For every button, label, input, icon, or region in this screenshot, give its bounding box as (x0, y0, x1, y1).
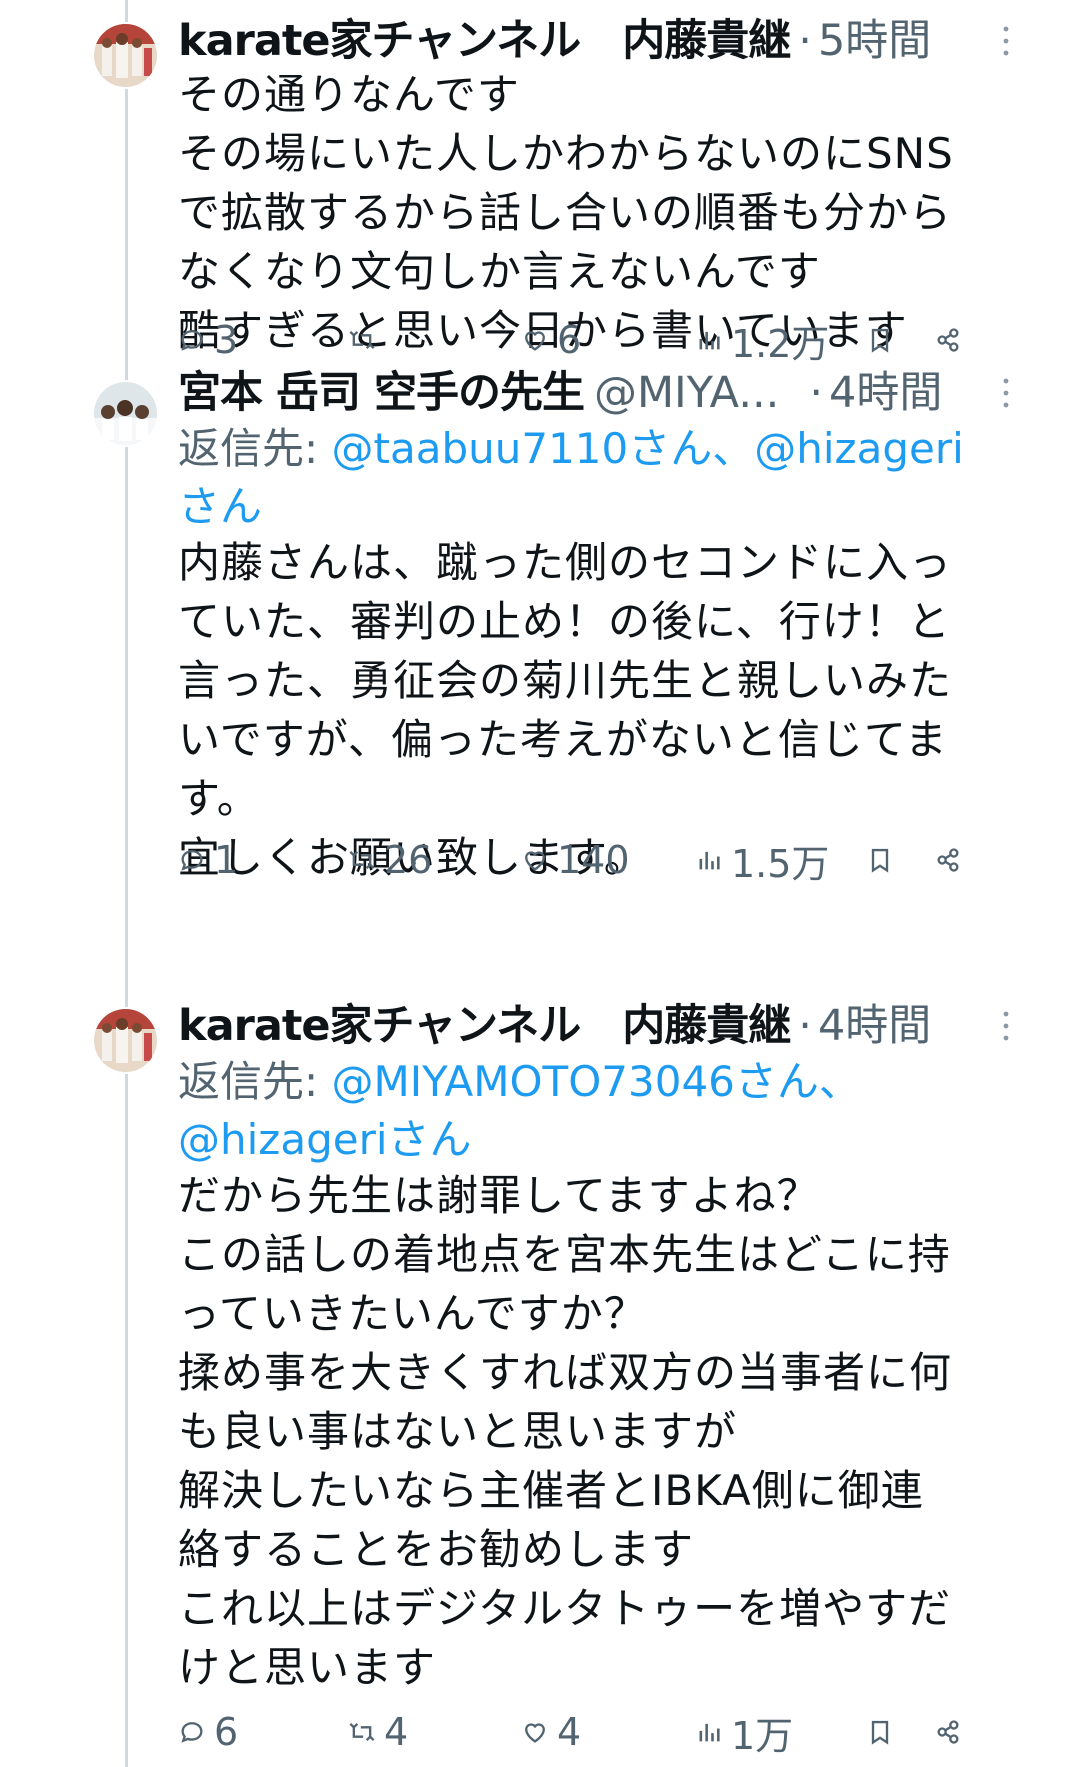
more-icon[interactable] (1000, 24, 1012, 58)
tweet-header: karate家チャンネル 内藤貴継 · 5時間 (178, 14, 1000, 68)
reply-thread: karate家チャンネル 内藤貴継 · 5時間 その通りなんです その場にいた人… (0, 0, 1080, 1767)
reply-button[interactable]: 1 (178, 835, 238, 885)
views-icon (699, 851, 720, 870)
avatar[interactable] (92, 22, 159, 89)
avatar[interactable] (92, 1007, 159, 1074)
views-count: 1.2万 (731, 321, 830, 366)
more-icon[interactable] (1000, 1009, 1012, 1043)
share-button[interactable] (934, 1707, 970, 1757)
like-button[interactable]: 6 (521, 315, 581, 365)
reply-count: 6 (214, 1710, 239, 1754)
separator-dot: · (809, 368, 823, 418)
share-icon (937, 1720, 959, 1744)
tweet-header: 宮本 岳司 空手の先生 @MIYA... · 4時間 (178, 366, 1000, 420)
timestamp[interactable]: 4時間 (829, 366, 942, 420)
more-icon[interactable] (1000, 376, 1012, 410)
reply-prefix: 返信先: (178, 424, 332, 473)
heart-icon (525, 851, 545, 871)
views-count: 1万 (731, 1713, 794, 1758)
retweet-button[interactable]: 26 (348, 835, 432, 885)
bookmark-icon (871, 1720, 889, 1745)
heart-icon (525, 331, 545, 351)
heart-icon (525, 1723, 545, 1743)
replying-to: 返信先: @taabuu7110さん、@hizageri さん (178, 420, 1000, 536)
views-button[interactable]: 1万 (695, 1707, 794, 1758)
like-button[interactable]: 140 (521, 835, 630, 885)
bookmark-button[interactable] (866, 835, 902, 885)
action-bar: 1 26 140 1.5万 (178, 835, 978, 886)
replying-to: 返信先: @MIYAMOTO73046さん、 @hizageriさん (178, 1053, 1000, 1169)
thread-connector-line (125, 0, 128, 1767)
views-icon (699, 1723, 720, 1742)
retweet-icon (349, 1723, 375, 1741)
like-count: 140 (557, 838, 630, 882)
display-name[interactable]: karate家チャンネル 内藤貴継 (178, 14, 791, 68)
views-button[interactable]: 1.2万 (695, 315, 830, 366)
handle[interactable]: @MIYA... (594, 366, 779, 420)
action-bar: 6 4 4 1万 (178, 1707, 978, 1758)
share-button[interactable] (934, 315, 970, 365)
reply-prefix: 返信先: (178, 1057, 332, 1106)
bookmark-icon (871, 328, 889, 353)
reply-icon (181, 850, 203, 871)
like-count: 4 (557, 1710, 582, 1754)
retweet-count: 26 (384, 838, 433, 882)
action-bar: 3 6 1.2万 (178, 315, 978, 366)
separator-dot: · (798, 16, 812, 66)
retweet-button[interactable] (348, 315, 384, 365)
retweet-icon (349, 331, 375, 349)
reply-button[interactable]: 3 (178, 315, 238, 365)
reply-icon (181, 1722, 203, 1743)
like-button[interactable]: 4 (521, 1707, 581, 1757)
tweet-text: 内藤さんは、蹴った側のセコンドに入っ ていた、審判の止め！の後に、行け！と 言っ… (178, 538, 953, 882)
reply-button[interactable]: 6 (178, 1707, 238, 1757)
display-name[interactable]: 宮本 岳司 空手の先生 (178, 366, 585, 420)
avatar[interactable] (92, 380, 159, 447)
display-name[interactable]: karate家チャンネル 内藤貴継 (178, 999, 791, 1053)
views-count: 1.5万 (731, 841, 830, 886)
reply-count: 1 (214, 838, 239, 882)
tweet-text: だから先生は謝罪してますよね？ この話しの着地点を宮本先生はどこに持 っていきた… (178, 1171, 953, 1692)
reply-count: 3 (214, 318, 239, 362)
tweet-header: karate家チャンネル 内藤貴継 · 4時間 (178, 999, 1000, 1053)
separator-dot: · (798, 1001, 812, 1051)
share-button[interactable] (934, 835, 970, 885)
retweet-count: 4 (384, 1710, 409, 1754)
retweet-icon (349, 851, 375, 869)
timestamp[interactable]: 5時間 (818, 14, 931, 68)
views-button[interactable]: 1.5万 (695, 835, 830, 886)
bookmark-button[interactable] (866, 315, 902, 365)
like-count: 6 (557, 318, 582, 362)
views-icon (699, 331, 720, 350)
bookmark-icon (871, 848, 889, 873)
bookmark-button[interactable] (866, 1707, 902, 1757)
share-icon (937, 848, 959, 872)
retweet-button[interactable]: 4 (348, 1707, 408, 1757)
reply-icon (181, 330, 203, 351)
timestamp[interactable]: 4時間 (818, 999, 931, 1053)
share-icon (937, 328, 959, 352)
